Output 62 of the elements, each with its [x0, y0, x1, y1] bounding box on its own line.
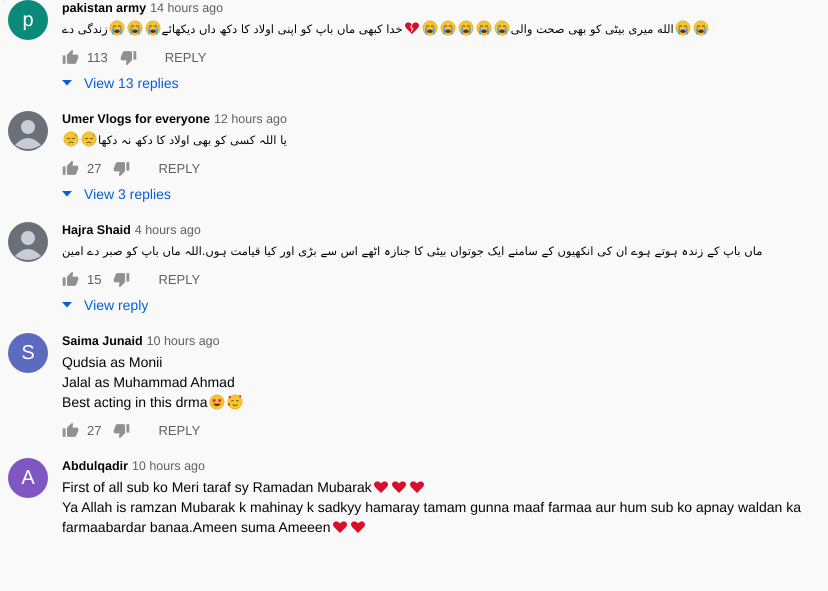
- view-replies-link[interactable]: View 13 replies: [62, 71, 179, 95]
- author-name[interactable]: Hajra Shaid: [62, 222, 131, 238]
- thumbs-down-icon[interactable]: [120, 48, 137, 66]
- reply-button[interactable]: REPLY: [146, 418, 212, 442]
- crying-face-icon: [458, 20, 474, 36]
- comment-time[interactable]: 10 hours ago: [146, 333, 220, 349]
- heart-icon: [390, 479, 407, 495]
- heart-icon: [408, 479, 425, 495]
- heart-icon: [350, 519, 366, 535]
- author-name[interactable]: Umer Vlogs for everyone: [62, 111, 210, 127]
- thumbs-up-icon[interactable]: [62, 48, 79, 66]
- crying-face-icon: [476, 20, 492, 36]
- like-count: 27: [87, 422, 102, 438]
- avatar[interactable]: A: [8, 458, 48, 498]
- like-count: 15: [87, 272, 102, 286]
- caret-icon: [62, 191, 72, 197]
- crying-face-icon: [494, 20, 510, 36]
- caret-icon: [62, 302, 72, 308]
- reply-button[interactable]: REPLY: [146, 156, 212, 180]
- smiling-face-with-hearts-icon: [226, 394, 243, 410]
- comment-time[interactable]: 10 hours ago: [132, 458, 205, 474]
- thumbs-down-icon[interactable]: [113, 270, 130, 288]
- comment-time[interactable]: 12 hours ago: [214, 111, 287, 127]
- like-count: 113: [87, 50, 108, 64]
- comment-text: First of all sub ko Meri taraf sy Ramadan Mubarak Ya Allah is ramzan Mubarak k mahinay k sadkyy hamaray tamam gunna maaf farmaa aur hum sub ko apnay waldan ka farmaabardar banaa.Ameen suma Ameeen: [62, 478, 802, 537]
- caret-icon: [62, 80, 72, 86]
- crying-face-icon: [422, 20, 438, 36]
- avatar[interactable]: p: [8, 0, 48, 40]
- heart-icon: [372, 479, 389, 495]
- view-replies-link[interactable]: View reply: [62, 293, 148, 317]
- crying-face-icon: [440, 20, 456, 36]
- thumbs-up-icon[interactable]: [62, 270, 79, 288]
- author-name[interactable]: Saima Junaid: [62, 333, 143, 349]
- view-replies-link[interactable]: View 3 replies: [62, 182, 171, 206]
- heart-icon: [332, 519, 348, 535]
- comment-time[interactable]: 14 hours ago: [150, 0, 224, 16]
- broken-heart-icon: [404, 20, 420, 36]
- author-name[interactable]: Abdulqadir: [62, 458, 128, 474]
- comment-text: یا اللہ کسی کو بھی اولاد کا دکھ نہ دکھا: [62, 130, 814, 150]
- reply-button[interactable]: REPLY: [152, 46, 218, 68]
- crying-face-icon: [674, 20, 691, 36]
- like-count: 27: [87, 160, 102, 176]
- comment-time[interactable]: 4 hours ago: [134, 222, 201, 238]
- crying-face-icon: [126, 20, 143, 36]
- crying-face-icon: [144, 20, 161, 36]
- crying-face-icon: [692, 20, 709, 36]
- star-eyed-face-icon: [208, 394, 225, 410]
- comment-text: الله میری بیٹی کو بھی صحت والی خدا کبھی ماں باپ کو اپنی اولاد کا دکھ داں دیکھائے زندگی دے: [62, 19, 814, 39]
- avatar-photo-placeholder[interactable]: [8, 222, 48, 262]
- avatar-photo-placeholder[interactable]: [8, 111, 48, 151]
- author-name[interactable]: pakistan army: [62, 0, 146, 16]
- thumbs-up-icon[interactable]: [62, 422, 79, 438]
- thumbs-down-icon[interactable]: [113, 160, 130, 176]
- comment-text: ماں باپ کے زندہ ہوتے ہوے ان کی انکھیوں کے سامنے ایک جوتواں بیٹی کا جنازہ اٹھے اس سے بڑی اور کیا قیامت ہوں.اللہ ماں باپ کو صبر دے امین: [62, 243, 764, 260]
- sad-face-icon: [81, 131, 97, 147]
- thumbs-down-icon[interactable]: [113, 422, 130, 438]
- reply-button[interactable]: REPLY: [146, 268, 212, 290]
- thumbs-up-icon[interactable]: [62, 160, 79, 176]
- comment-text: Qudsia as Monii Jalal as Muhammad Ahmad Best acting in this drma: [62, 352, 814, 412]
- avatar[interactable]: S: [8, 333, 48, 373]
- crying-face-icon: [108, 20, 125, 36]
- sad-face-icon: [63, 131, 79, 147]
